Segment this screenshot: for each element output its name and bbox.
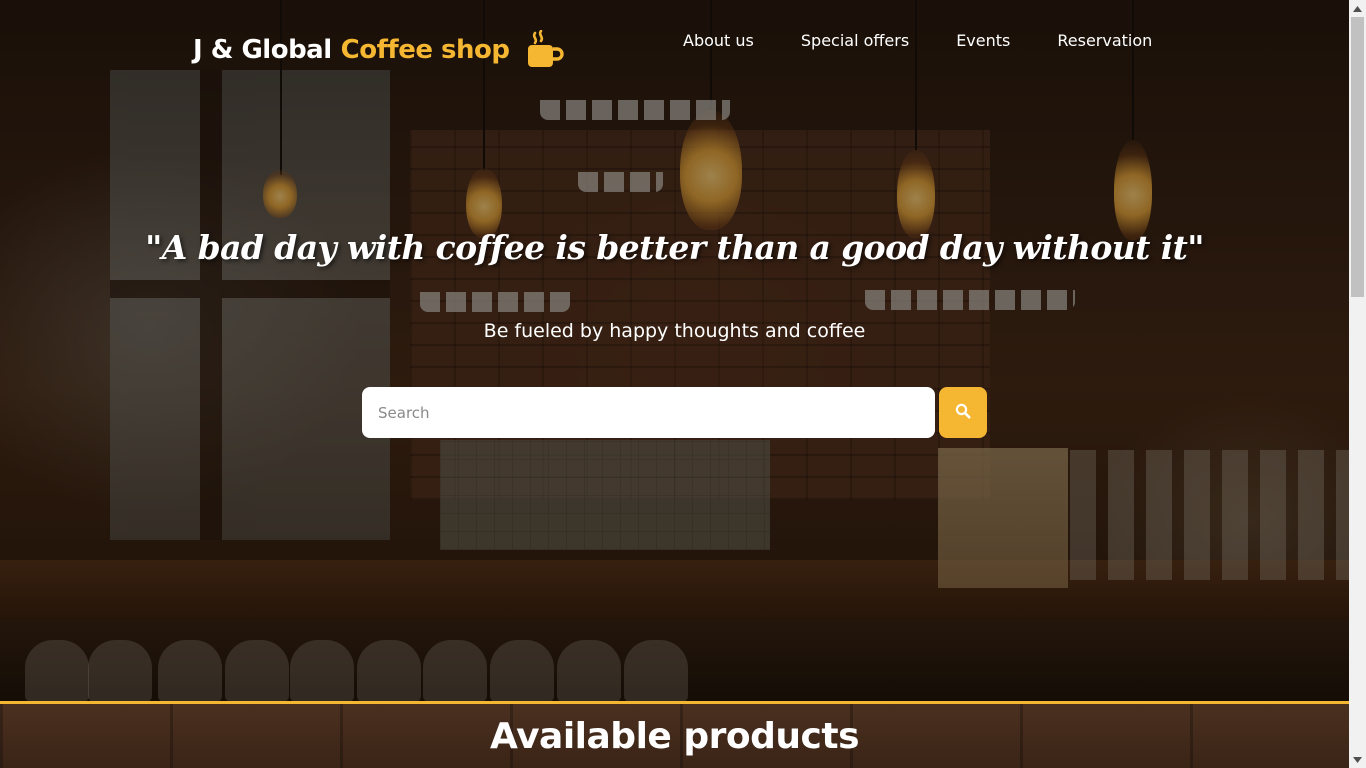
brand-name: J & Global [193,35,332,65]
page: J & Global Coffee shop About us Special … [0,0,1366,768]
scroll-up-arrow-icon[interactable] [1349,0,1366,17]
main-menu: About us Special offers Events Reservati… [683,31,1152,50]
page-scrollbar[interactable] [1349,0,1366,768]
scroll-down-arrow-icon[interactable] [1349,751,1366,768]
hero-overlay [0,0,1349,701]
hero-subtitle: Be fueled by happy thoughts and coffee [483,320,866,342]
nav-about-us-link[interactable]: About us [683,31,754,50]
brand-logo[interactable]: J & Global Coffee shop [193,29,564,70]
search-icon [955,403,971,422]
products-section: Available products [0,701,1349,768]
hero-quote: "A bad day with coffee is better than a … [145,228,1204,267]
brand-name-accent: Coffee shop [340,35,510,65]
scrollbar-thumb[interactable] [1351,17,1364,297]
search-input[interactable] [362,387,935,438]
coffee-cup-icon [526,29,564,70]
nav-reservation-link[interactable]: Reservation [1057,31,1152,50]
nav-events-link[interactable]: Events [956,31,1010,50]
search-button[interactable] [939,387,987,438]
products-heading: Available products [490,716,860,757]
hero-background-image [0,0,1349,701]
navbar: J & Global Coffee shop About us Special … [0,0,1349,96]
nav-special-offers-link[interactable]: Special offers [801,31,909,50]
